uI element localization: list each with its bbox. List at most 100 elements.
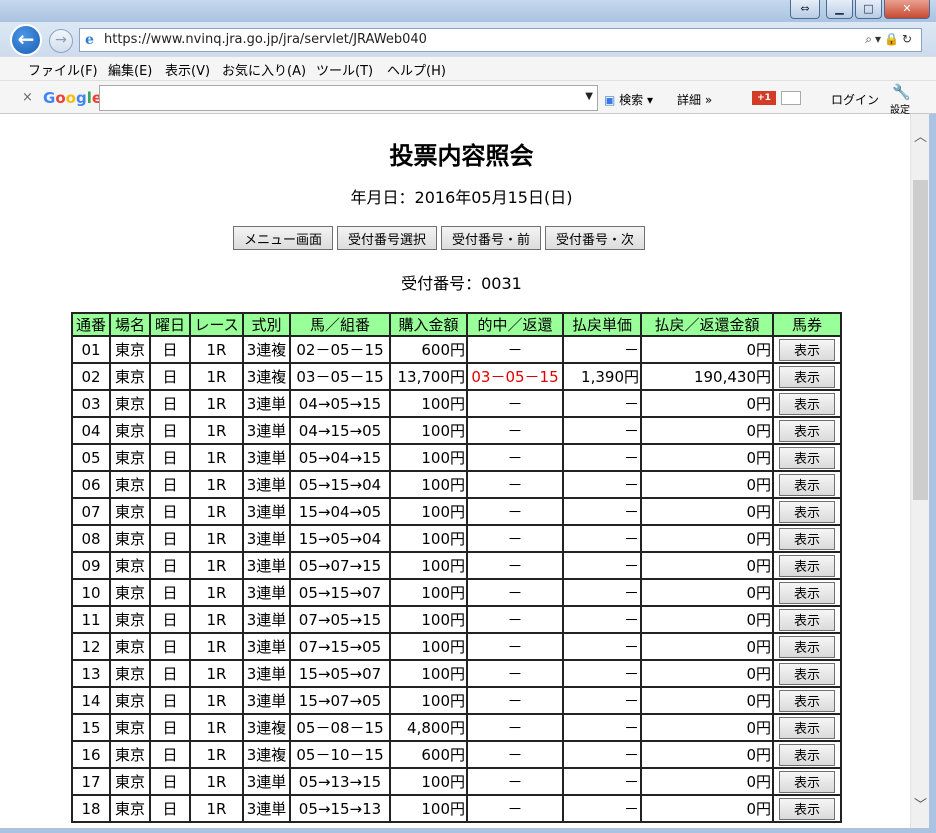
refresh-icon[interactable]: ↻	[902, 32, 915, 46]
url-text[interactable]: https://www.nvinq.jra.go.jp/jra/servlet/…	[104, 32, 427, 47]
show-ticket-button[interactable]: 表示	[779, 446, 835, 469]
menu-edit[interactable]: 編集(E)	[108, 60, 152, 79]
cell-combination: 05→15→07	[289, 578, 391, 607]
cell-type: 3連単	[242, 632, 291, 661]
cell-unit-payout: －	[562, 416, 642, 445]
menu-favorites[interactable]: お気に入り(A)	[222, 60, 306, 79]
cell-combination: 05→04→15	[289, 443, 391, 472]
col-hit-header: 的中／返還	[466, 312, 564, 337]
menu-view[interactable]: 表示(V)	[165, 60, 210, 79]
show-ticket-button[interactable]: 表示	[779, 797, 835, 820]
menu-tools[interactable]: ツール(T)	[316, 60, 373, 79]
show-ticket-button[interactable]: 表示	[779, 419, 835, 442]
wrench-icon[interactable]: 🔧	[892, 83, 911, 101]
cell-purchase: 600円	[389, 740, 468, 769]
cell-venue: 東京	[109, 686, 151, 715]
show-ticket-button[interactable]: 表示	[779, 527, 835, 550]
show-ticket-button[interactable]: 表示	[779, 716, 835, 739]
cell-unit-payout: －	[562, 389, 642, 418]
cell-day: 日	[149, 497, 191, 526]
menu-screen-button[interactable]: メニュー画面	[233, 226, 334, 250]
address-tools[interactable]: ⌕▾🔒↻	[865, 32, 915, 47]
cell-payout: 0円	[640, 389, 774, 418]
cell-purchase: 100円	[389, 686, 468, 715]
google-search-button[interactable]: ▣ 検索 ▾	[604, 91, 653, 108]
window-titlebar: ⇔ ▁ □ ✕	[0, 0, 936, 22]
cell-race: 1R	[189, 524, 244, 553]
cell-ticket: 表示	[772, 443, 842, 472]
vertical-scrollbar[interactable]: ︿ ﹀	[910, 114, 929, 828]
cell-type: 3連単	[242, 659, 291, 688]
google-plus-one-icon[interactable]: +1	[752, 91, 776, 105]
table-row: 16 東京日 1R 3連複 05－10－15 600円－－ 0円 表示	[71, 740, 842, 769]
cell-serial: 09	[71, 551, 111, 580]
chevron-down-icon[interactable]: ▼	[585, 91, 593, 102]
show-ticket-button[interactable]: 表示	[779, 338, 835, 361]
cell-ticket: 表示	[772, 335, 842, 364]
scroll-up-icon[interactable]: ︿	[911, 126, 930, 145]
maximize-icon[interactable]: □	[855, 0, 882, 19]
cell-combination: 15→07→05	[289, 686, 391, 715]
prev-ticket-button[interactable]: 受付番号・前	[441, 226, 542, 250]
show-ticket-button[interactable]: 表示	[779, 635, 835, 658]
menu-help[interactable]: ヘルプ(H)	[387, 60, 446, 79]
close-window-icon[interactable]: ✕	[884, 0, 930, 19]
login-link[interactable]: ログイン	[831, 91, 879, 108]
show-ticket-button[interactable]: 表示	[779, 392, 835, 415]
show-ticket-button[interactable]: 表示	[779, 581, 835, 604]
col-race-header: レース	[189, 312, 244, 337]
table-row: 15 東京日 1R 3連複 05－08－15 4,800円－－ 0円 表示	[71, 713, 842, 742]
cell-payout: 0円	[640, 632, 774, 661]
cell-type: 3連単	[242, 686, 291, 715]
toolbar-close-icon[interactable]: ×	[22, 90, 33, 105]
show-ticket-button[interactable]: 表示	[779, 662, 835, 685]
details-button[interactable]: 詳細 »	[677, 91, 712, 108]
cell-ticket: 表示	[772, 740, 842, 769]
minimize-icon[interactable]: ▁	[826, 0, 853, 19]
cell-ticket: 表示	[772, 362, 842, 391]
cell-venue: 東京	[109, 713, 151, 742]
cell-ticket: 表示	[772, 794, 842, 823]
show-ticket-button[interactable]: 表示	[779, 770, 835, 793]
col-serial-header: 通番	[71, 312, 111, 337]
cell-race: 1R	[189, 335, 244, 364]
show-ticket-button[interactable]: 表示	[779, 365, 835, 388]
cell-venue: 東京	[109, 659, 151, 688]
col-unit-payout-header: 払戻単価	[562, 312, 642, 337]
cell-day: 日	[149, 659, 191, 688]
show-ticket-button[interactable]: 表示	[779, 554, 835, 577]
restore-down-icon[interactable]: ⇔	[790, 0, 820, 19]
show-ticket-button[interactable]: 表示	[779, 473, 835, 496]
address-bar[interactable]: e https://www.nvinq.jra.go.jp/jra/servle…	[79, 28, 922, 52]
cell-hit: －	[466, 416, 564, 445]
cell-purchase: 100円	[389, 578, 468, 607]
cell-venue: 東京	[109, 578, 151, 607]
google-search-input[interactable]: ▼	[99, 85, 598, 111]
cell-ticket: 表示	[772, 470, 842, 499]
window-border-right	[929, 114, 936, 833]
cell-type: 3連複	[242, 713, 291, 742]
table-row: 14 東京日 1R 3連単 15→07→05 100円－－ 0円 表示	[71, 686, 842, 715]
google-toolbar: × Google ▼ ▣ 検索 ▾ 詳細 » +1 ログイン 🔧 設定	[0, 80, 936, 116]
back-arrow-icon[interactable]: ←	[10, 24, 42, 56]
select-ticket-button[interactable]: 受付番号選択	[337, 226, 438, 250]
cell-race: 1R	[189, 470, 244, 499]
next-ticket-button[interactable]: 受付番号・次	[545, 226, 646, 250]
menu-file[interactable]: ファイル(F)	[28, 60, 98, 79]
show-ticket-button[interactable]: 表示	[779, 608, 835, 631]
cell-combination: 05→07→15	[289, 551, 391, 580]
cell-unit-payout: －	[562, 443, 642, 472]
show-ticket-button[interactable]: 表示	[779, 743, 835, 766]
show-ticket-button[interactable]: 表示	[779, 500, 835, 523]
lock-icon[interactable]: 🔒	[884, 32, 902, 46]
cell-venue: 東京	[109, 767, 151, 796]
scrollbar-thumb[interactable]	[913, 180, 928, 500]
scroll-down-icon[interactable]: ﹀	[911, 794, 930, 813]
cell-combination: 04→05→15	[289, 389, 391, 418]
search-icon[interactable]: ⌕	[865, 32, 875, 46]
cell-type: 3連単	[242, 470, 291, 499]
window-border-left	[0, 114, 13, 828]
cell-serial: 18	[71, 794, 111, 823]
show-ticket-button[interactable]: 表示	[779, 689, 835, 712]
forward-arrow-icon[interactable]: →	[49, 29, 73, 53]
